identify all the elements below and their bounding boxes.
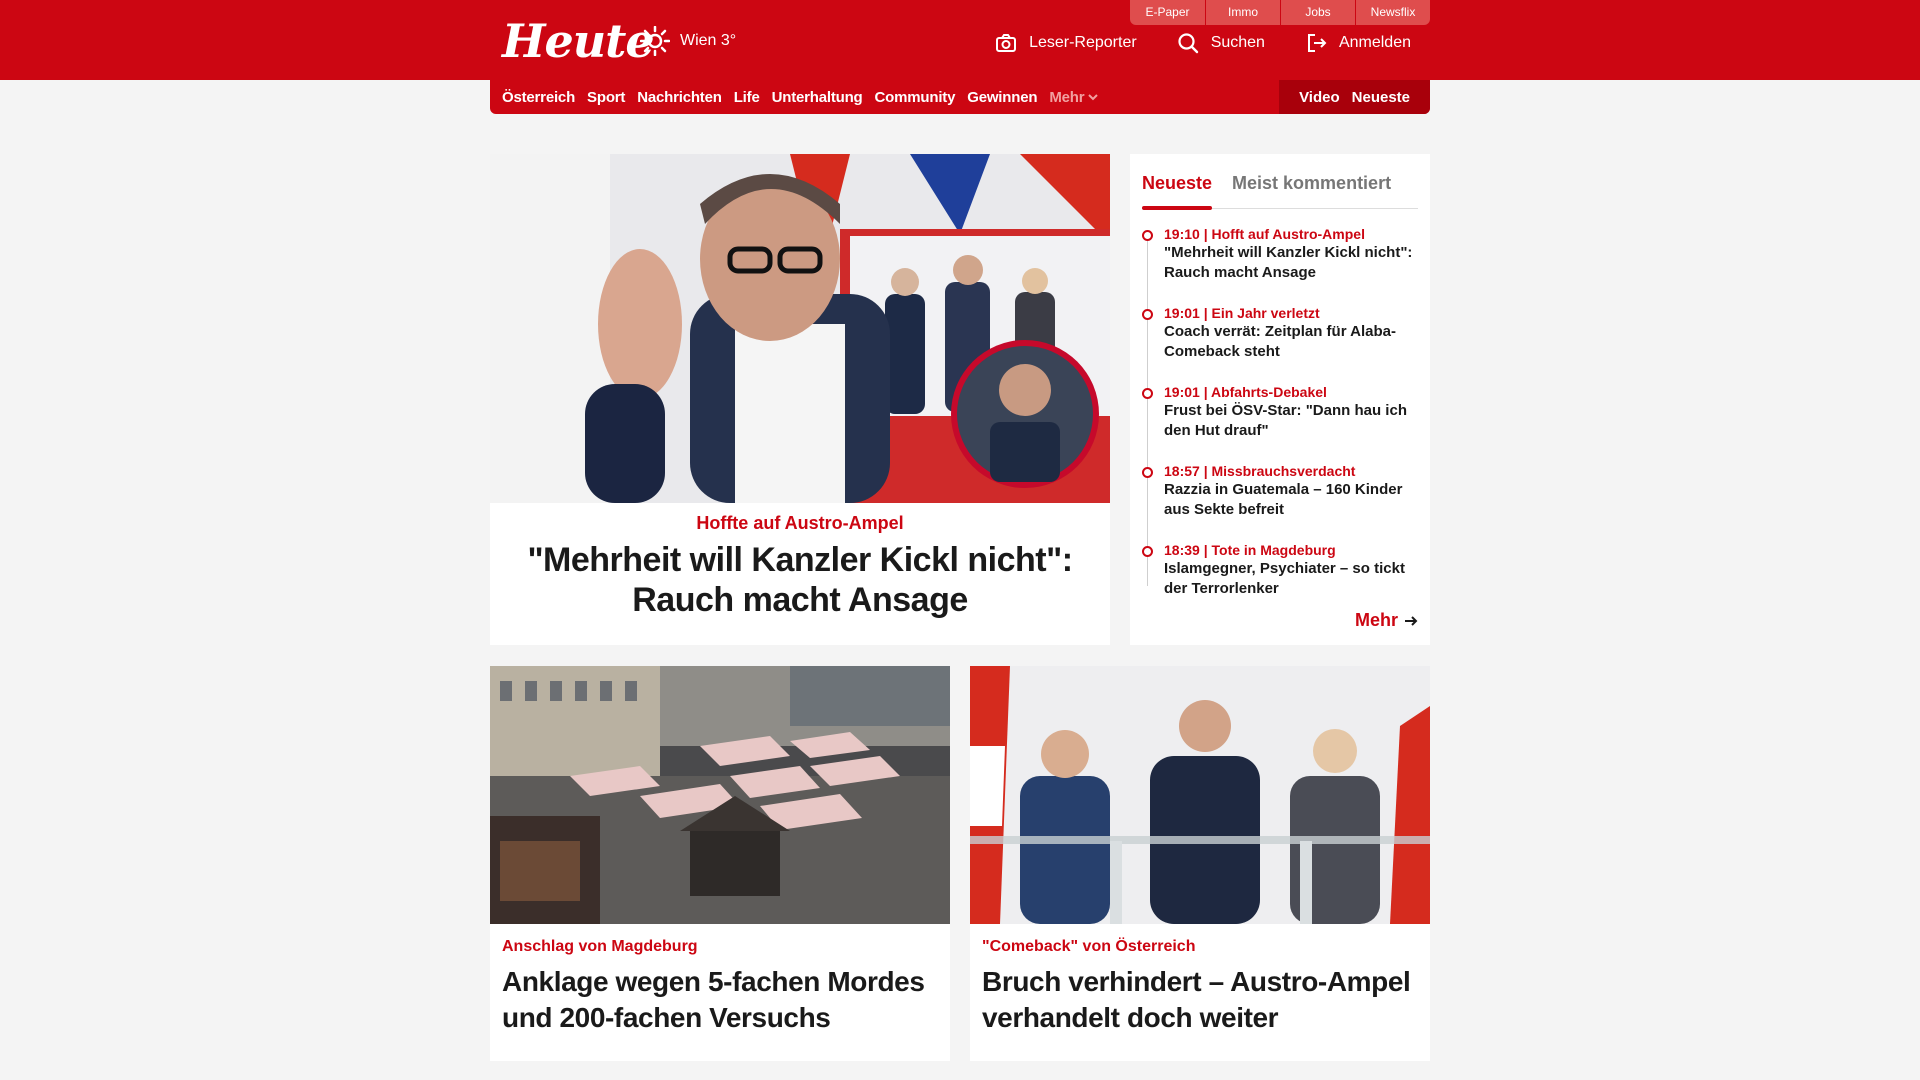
article-card[interactable]: "Comeback" von Österreich Bruch verhinde… — [970, 666, 1430, 1061]
timeline-item[interactable]: 19:10 | Hofft auf Austro-Ampel "Mehrheit… — [1142, 225, 1418, 304]
link-newsflix[interactable]: Newsflix — [1355, 0, 1430, 25]
timeline-item[interactable]: 19:01 | Abfahrts-Debakel Frust bei ÖSV-S… — [1142, 383, 1418, 462]
sidebar-tabs: Neueste Meist kommentiert — [1142, 164, 1418, 210]
news-timeline: 19:10 | Hofft auf Austro-Ampel "Mehrheit… — [1142, 225, 1418, 620]
article-kicker: "Comeback" von Österreich — [982, 938, 1196, 955]
timeline-dot — [1142, 467, 1153, 478]
link-immo[interactable]: Immo — [1205, 0, 1280, 25]
more-news-label: Mehr — [1354, 610, 1398, 630]
timeline-meta: 19:01 | Abfahrts-Debakel — [1164, 384, 1327, 400]
login-icon — [1307, 34, 1327, 52]
nav-gewinnen[interactable]: Gewinnen — [967, 89, 1037, 106]
tab-neueste[interactable]: Neueste — [1142, 164, 1213, 210]
chevron-down-icon — [1088, 94, 1099, 101]
article-image-market[interactable] — [490, 666, 950, 924]
hero-image[interactable] — [490, 154, 1110, 503]
article-card[interactable]: Anschlag von Magdeburg Anklage wegen 5-f… — [490, 666, 950, 1061]
login-button[interactable]: Anmelden — [1305, 32, 1411, 54]
utility-links: E-Paper Immo Jobs Newsflix — [1130, 0, 1430, 25]
leser-reporter-button[interactable]: Leser-Reporter — [995, 32, 1137, 54]
timeline-dot — [1142, 309, 1153, 320]
top-header — [0, 0, 1920, 80]
news-sidebar: Neueste Meist kommentiert 19:10 | Hofft … — [1130, 154, 1430, 645]
timeline-item[interactable]: 18:39 | Tote in Magdeburg Islamgegner, P… — [1142, 541, 1418, 620]
nav-sport[interactable]: Sport — [587, 89, 625, 106]
article-kicker: Anschlag von Magdeburg — [502, 938, 698, 955]
timeline-title[interactable]: "Mehrheit will Kanzler Kickl nicht": Rau… — [1164, 243, 1418, 283]
search-label: Suchen — [1210, 34, 1265, 51]
tab-meist-kommentiert[interactable]: Meist kommentiert — [1232, 164, 1391, 208]
timeline-title[interactable]: Razzia in Guatemala – 160 Kinder aus Sek… — [1164, 480, 1418, 520]
nav-oesterreich[interactable]: Österreich — [502, 89, 575, 106]
timeline-meta: 18:39 | Tote in Magdeburg — [1164, 542, 1336, 558]
search-icon — [1178, 33, 1198, 54]
main-navigation: Österreich Sport Nachrichten Life Unterh… — [490, 80, 1430, 114]
nav-nachrichten[interactable]: Nachrichten — [637, 89, 722, 106]
nav-community[interactable]: Community — [875, 89, 956, 106]
article-image-politicians[interactable] — [970, 666, 1430, 924]
hero-kicker: Hoffte auf Austro-Ampel — [696, 513, 904, 533]
site-logo[interactable]: Heute — [502, 14, 655, 68]
timeline-dot — [1142, 388, 1153, 399]
article-headline[interactable]: Bruch verhindert – Austro-Ampel verhande… — [982, 964, 1418, 1036]
timeline-title[interactable]: Coach verrät: Zeitplan für Alaba-Comebac… — [1164, 322, 1418, 362]
article-headline[interactable]: Anklage wegen 5-fachen Mordes und 200-fa… — [502, 964, 938, 1036]
hero-article[interactable]: Hoffte auf Austro-Ampel "Mehrheit will K… — [490, 154, 1110, 645]
nav-neueste[interactable]: Neueste — [1352, 89, 1410, 106]
hero-headline[interactable]: "Mehrheit will Kanzler Kickl nicht": Rau… — [490, 540, 1110, 620]
timeline-title[interactable]: Islamgegner, Psychiater – so tickt der T… — [1164, 559, 1418, 599]
arrow-right-icon — [1405, 615, 1418, 626]
camera-icon — [996, 34, 1017, 52]
timeline-item[interactable]: 18:57 | Missbrauchsverdacht Razzia in Gu… — [1142, 462, 1418, 541]
link-jobs[interactable]: Jobs — [1280, 0, 1355, 25]
timeline-meta: 19:01 | Ein Jahr verletzt — [1164, 305, 1320, 321]
timeline-meta: 18:57 | Missbrauchsverdacht — [1164, 463, 1356, 479]
timeline-dot — [1142, 546, 1153, 557]
link-epaper[interactable]: E-Paper — [1130, 0, 1205, 25]
nav-unterhaltung[interactable]: Unterhaltung — [772, 89, 863, 106]
search-button[interactable]: Suchen — [1177, 32, 1265, 54]
header-actions: Leser-Reporter Suchen Anmelden — [995, 32, 1411, 54]
nav-video[interactable]: Video — [1299, 89, 1340, 106]
nav-life[interactable]: Life — [734, 89, 760, 106]
nav-more-label: Mehr — [1049, 88, 1085, 106]
timeline-dot — [1142, 230, 1153, 241]
leser-reporter-label: Leser-Reporter — [1029, 34, 1137, 51]
login-label: Anmelden — [1338, 34, 1411, 51]
nav-more-dropdown[interactable]: Mehr — [1049, 88, 1099, 106]
timeline-title[interactable]: Frust bei ÖSV-Star: "Dann hau ich den Hu… — [1164, 401, 1418, 441]
timeline-item[interactable]: 19:01 | Ein Jahr verletzt Coach verrät: … — [1142, 304, 1418, 383]
sun-icon — [640, 26, 670, 56]
weather-label: Wien 3° — [680, 32, 737, 49]
weather-widget[interactable]: Wien 3° — [640, 26, 736, 56]
timeline-meta: 19:10 | Hofft auf Austro-Ampel — [1164, 226, 1365, 242]
more-news-link[interactable]: Mehr — [1355, 610, 1418, 631]
nav-secondary: Video Neueste — [1279, 80, 1430, 114]
